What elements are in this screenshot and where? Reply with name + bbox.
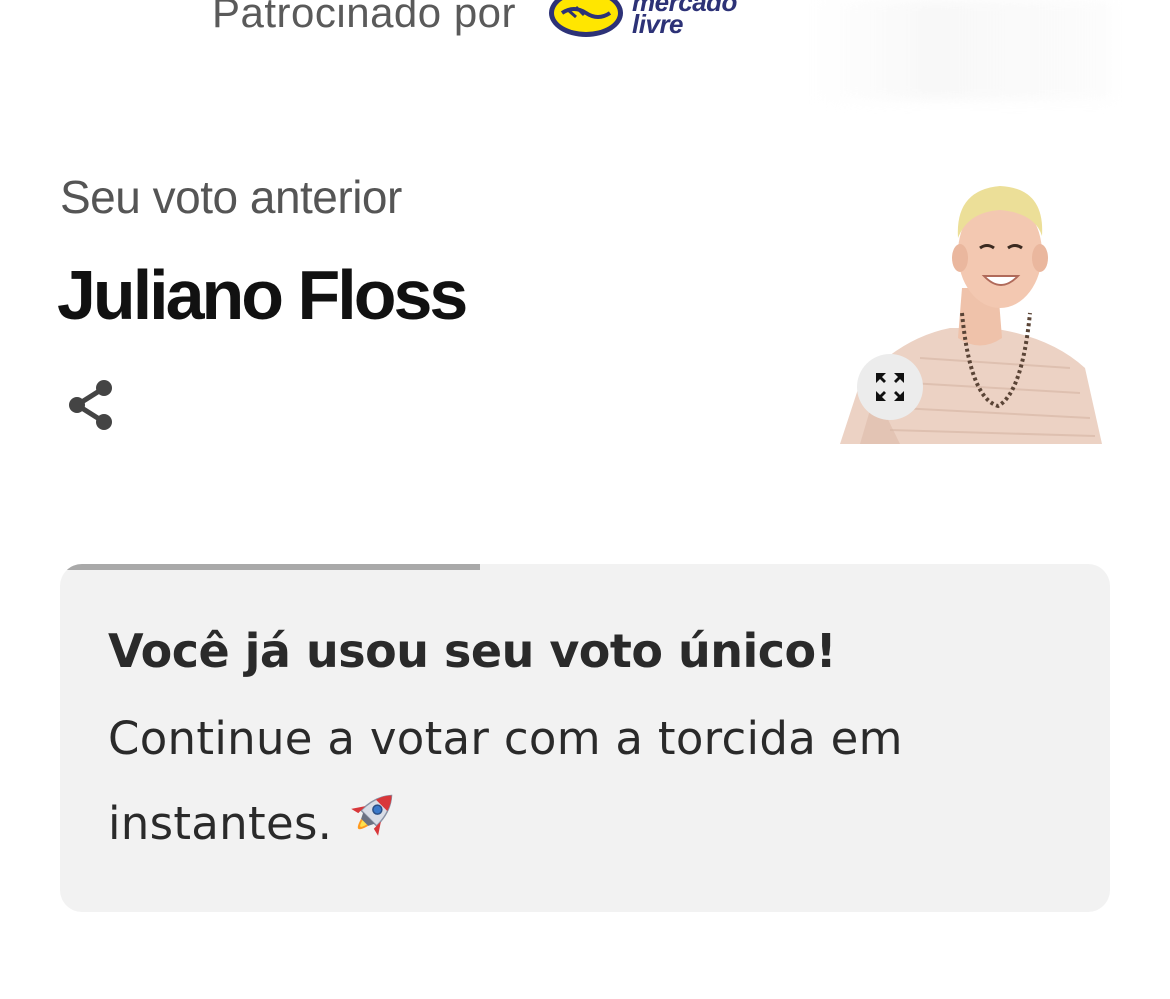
sponsor-logo[interactable]: mercado livre (546, 0, 737, 43)
notice-body-text: Continue a votar com a torcida em instan… (108, 712, 903, 850)
vote-page: Patrocinado por mercado livre Seu voto a… (0, 0, 1170, 999)
sponsor-logo-word: mercado livre (632, 0, 737, 39)
share-icon (69, 380, 112, 430)
expand-icon (876, 373, 904, 401)
sponsor-bar: Patrocinado por mercado livre (212, 0, 737, 48)
expand-photo-button[interactable] (857, 354, 923, 420)
notice-body: Continue a votar com a torcida em instan… (108, 696, 968, 874)
notice-title: Você já usou seu voto único! (108, 624, 837, 678)
candidate-name: Juliano Floss (57, 256, 468, 334)
rocket-icon (340, 785, 402, 874)
previous-vote-label: Seu voto anterior (60, 171, 402, 223)
sponsor-ghost-image (812, 0, 1112, 100)
notice-progress-bar (60, 564, 480, 570)
handshake-icon (549, 0, 624, 37)
sponsor-label: Patrocinado por (212, 0, 517, 36)
share-button[interactable] (62, 376, 120, 434)
vote-used-notice: Você já usou seu voto único! Continue a … (60, 564, 1110, 912)
